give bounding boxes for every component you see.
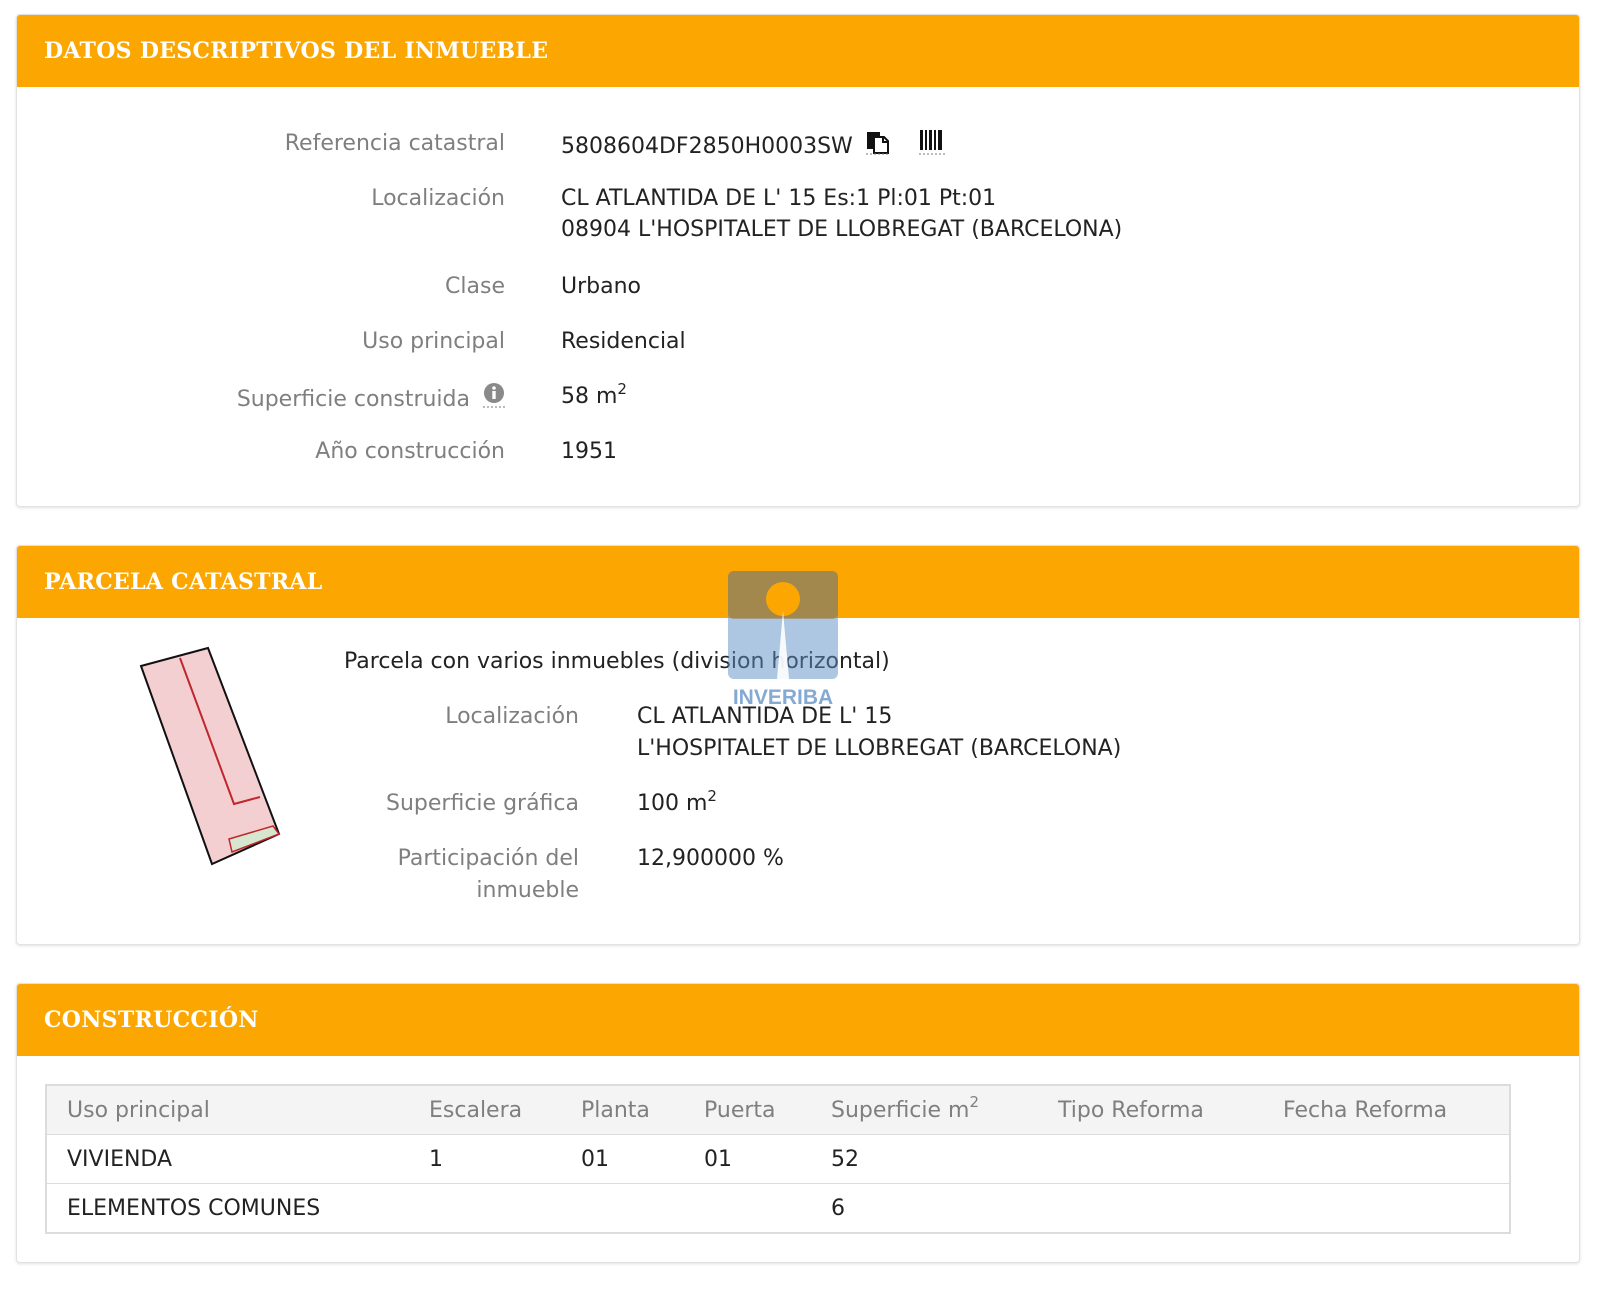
col-uso-principal: Uso principal: [46, 1085, 409, 1135]
superficie-exponent: 2: [617, 379, 627, 398]
cell-fecha-reforma: [1263, 1134, 1510, 1184]
col-superficie: Superficie m2: [811, 1085, 1038, 1135]
panel-title: DATOS DESCRIPTIVOS DEL INMUEBLE: [44, 38, 549, 64]
cell-puerta: [684, 1183, 811, 1234]
participacion-value: 12,900000 %: [637, 846, 784, 871]
watermark-text: INVERIBA: [733, 686, 833, 709]
participacion-label-line2: inmueble: [476, 878, 579, 903]
superficie-grafica-label: Superficie gráfica: [386, 791, 579, 816]
table-header-row: Uso principal Escalera Planta Puerta Sup…: [46, 1085, 1510, 1135]
superficie-construida-text: Superficie construida: [236, 387, 470, 412]
localizacion-line2: 08904 L'HOSPITALET DE LLOBREGAT (BARCELO…: [561, 217, 1123, 242]
col-planta: Planta: [561, 1085, 684, 1135]
construccion-panel: CONSTRUCCIÓN Uso principal Escalera Plan…: [16, 983, 1580, 1263]
copy-icon[interactable]: [865, 129, 890, 161]
col-fecha-reforma: Fecha Reforma: [1263, 1085, 1510, 1135]
parcela-localizacion-line2: L'HOSPITALET DE LLOBREGAT (BARCELONA): [637, 736, 1122, 761]
superficie-construida-label: Superficie construida: [236, 382, 505, 416]
superficie-grafica-value: 100 m2: [637, 788, 717, 816]
clase-value: Urbano: [561, 274, 641, 299]
panel-title: CONSTRUCCIÓN: [44, 1007, 259, 1033]
col-tipo-reforma: Tipo Reforma: [1038, 1085, 1263, 1135]
inveriba-watermark-logo: INVERIBA: [728, 571, 838, 709]
col-superficie-text: Superficie m: [831, 1097, 970, 1123]
superficie-grafica-number: 100 m: [637, 791, 708, 816]
parcela-localizacion-label: Localización: [445, 704, 579, 729]
cell-planta: [561, 1183, 684, 1234]
clase-label: Clase: [445, 274, 505, 299]
participacion-label-line1: Participación del: [397, 846, 579, 871]
cell-uso: ELEMENTOS COMUNES: [46, 1183, 409, 1234]
referencia-value: 5808604DF2850H0003SW: [561, 129, 945, 163]
construccion-table: Uso principal Escalera Planta Puerta Sup…: [45, 1084, 1511, 1234]
cell-tipo-reforma: [1038, 1183, 1263, 1234]
panel-title: PARCELA CATASTRAL: [44, 569, 323, 595]
superficie-grafica-exponent: 2: [707, 786, 717, 805]
table-row: ELEMENTOS COMUNES 6: [46, 1183, 1510, 1234]
localizacion-label: Localización: [371, 186, 505, 211]
cell-planta: 01: [561, 1134, 684, 1184]
datos-descriptivos-panel: DATOS DESCRIPTIVOS DEL INMUEBLE Referenc…: [16, 14, 1580, 507]
localizacion-line1: CL ATLANTIDA DE L' 15 Es:1 Pl:01 Pt:01: [561, 186, 997, 211]
cell-tipo-reforma: [1038, 1134, 1263, 1184]
cell-uso: VIVIENDA: [46, 1134, 409, 1184]
cell-puerta: 01: [684, 1134, 811, 1184]
anio-construccion-value: 1951: [561, 439, 617, 464]
col-escalera: Escalera: [409, 1085, 561, 1135]
cell-superficie: 6: [811, 1183, 1038, 1234]
info-icon[interactable]: [483, 382, 505, 414]
col-puerta: Puerta: [684, 1085, 811, 1135]
superficie-construida-number: 58 m: [561, 384, 618, 409]
panel-header: DATOS DESCRIPTIVOS DEL INMUEBLE: [17, 15, 1579, 87]
cell-escalera: [409, 1183, 561, 1234]
table-row: VIVIENDA 1 01 01 52: [46, 1134, 1510, 1184]
parcel-plan-image[interactable]: [135, 642, 285, 872]
panel-header: CONSTRUCCIÓN: [17, 984, 1579, 1056]
referencia-label: Referencia catastral: [284, 131, 505, 156]
anio-construccion-label: Año construcción: [315, 439, 505, 464]
cell-superficie: 52: [811, 1134, 1038, 1184]
barcode-icon[interactable]: [918, 129, 945, 161]
superficie-construida-value: 58 m2: [561, 381, 627, 409]
referencia-text: 5808604DF2850H0003SW: [561, 134, 853, 159]
uso-principal-value: Residencial: [561, 329, 686, 354]
uso-principal-label: Uso principal: [362, 329, 505, 354]
cell-fecha-reforma: [1263, 1183, 1510, 1234]
cell-escalera: 1: [409, 1134, 561, 1184]
col-superficie-exponent: 2: [969, 1093, 980, 1112]
